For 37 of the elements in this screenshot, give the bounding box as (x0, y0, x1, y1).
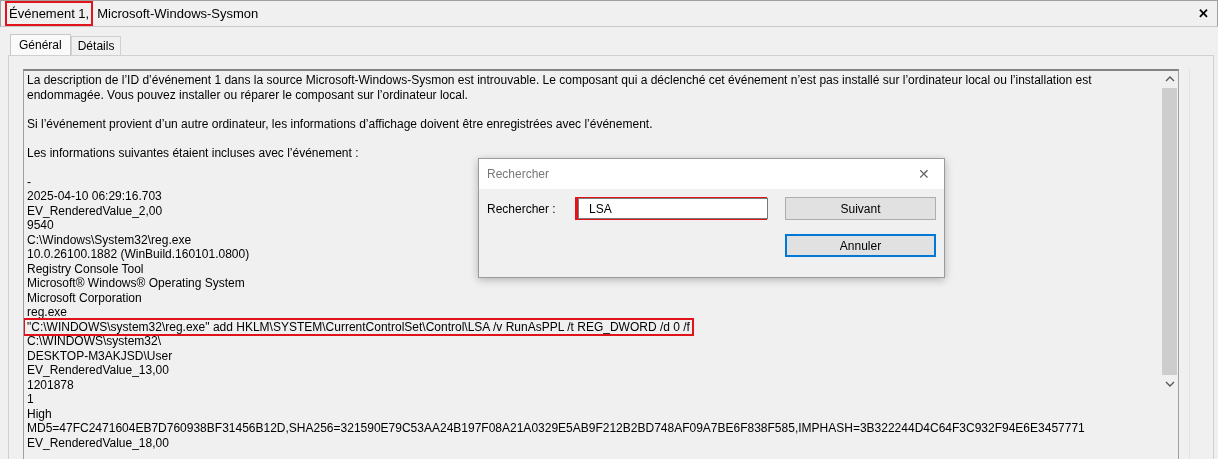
description-line: DESKTOP-M3AKJSD\User (27, 348, 173, 363)
description-line: 1201878 (27, 377, 74, 392)
description-line: 2025-04-10 06:29:16.703 (27, 189, 162, 204)
description-line: endommagée. Vous pouvez installer ou réparer le composant sur l’ordinateur local. (27, 87, 468, 102)
scroll-up-icon[interactable] (1164, 76, 1175, 82)
description-line: EV_RenderedValue_2,00 (27, 203, 163, 218)
search-field[interactable]: LSA (578, 198, 768, 219)
description-line: 10.0.26100.1882 (WinBuild.160101.0800) (27, 247, 250, 262)
description-line: C:\Windows\System32\reg.exe (27, 232, 192, 247)
description-line: 1 (27, 392, 34, 407)
description-line: EV_RenderedValue_18,00 (27, 435, 169, 450)
tab[interactable]: Général (10, 34, 71, 55)
description-line: Les informations suivantes étaient incluses avec l’événement : (27, 145, 359, 160)
description-line: Microsoft Corporation (27, 290, 142, 305)
description-line: La description de l’ID d’événement 1 dans la source Microsoft-Windows-Sysmon est introuvable. Le composant qui a déclenché cet événement n’est pas installé sur l’ordinateur local ou l’installation est (27, 73, 1092, 88)
description-line: reg.exe (27, 305, 68, 320)
search-label: Rechercher : (487, 201, 557, 216)
scrollbar-thumb[interactable] (1162, 88, 1177, 375)
description-line: C:\WINDOWS\system32\ (27, 334, 161, 349)
window-title: Microsoft-Windows-Sysmon (96, 5, 260, 23)
description-line: 9540 (27, 218, 54, 233)
description-line: Microsoft® Windows® Operating System (27, 276, 245, 291)
description-line: EV_RenderedValue_13,00 (27, 363, 169, 378)
scroll-down-icon[interactable] (1164, 381, 1175, 387)
tab[interactable]: Détails (70, 36, 122, 55)
close-button[interactable]: ✕ (912, 165, 936, 183)
close-button[interactable]: ✕ (1194, 6, 1213, 21)
next-button[interactable]: Suivant (785, 197, 936, 220)
window-title: Événement 1, (5, 1, 94, 26)
description-line: Si l’événement provient d’un autre ordinateur, les informations d’affichage doivent être enregistrées avec l’événement. (27, 116, 653, 131)
dialog-title: Rechercher (487, 167, 550, 181)
description-line: "C:\WINDOWS\system32\reg.exe" add HKLM\SYSTEM\CurrentControlSet\Control\LSA /v RunAsPPL /t REG_DWORD /d 0 /f (25, 319, 692, 334)
description-line: - (27, 174, 31, 189)
description-line: MD5=47FC2471604EB7D760938BF31456B12D,SHA256=321590E79C53AA24B197F08A21A0329E5AB9F212B2BD748AF09A7BE6F838F585,IMPHASH=3B322244D4C64F3C932F94E6E3457771 (27, 421, 1085, 436)
description-line: High (27, 406, 52, 421)
cancel-button[interactable]: Annuler (785, 234, 936, 257)
description-line: Registry Console Tool (27, 261, 144, 276)
